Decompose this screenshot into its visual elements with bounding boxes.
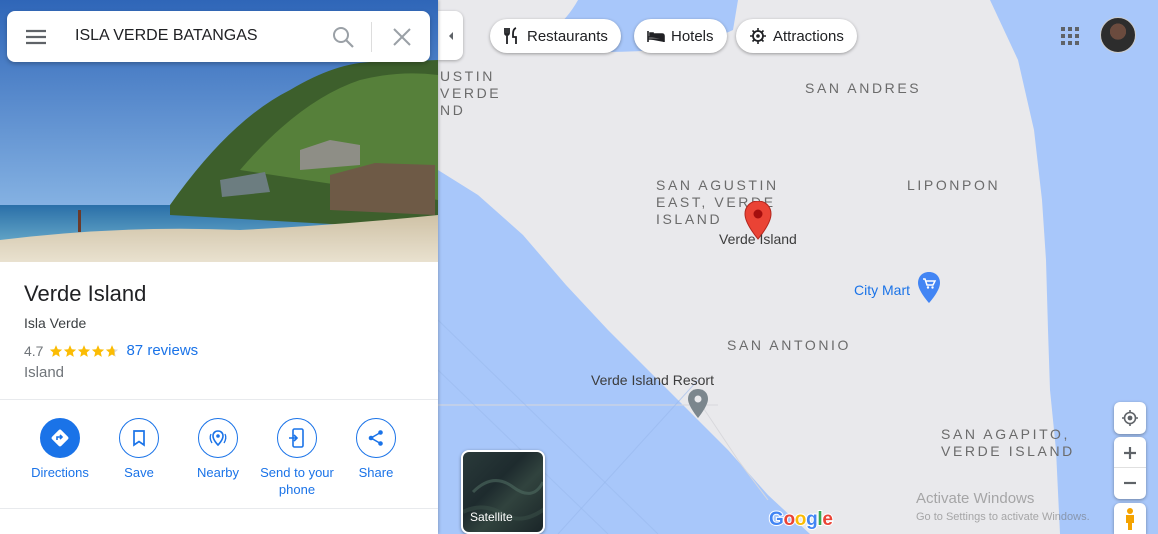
share-label: Share	[358, 465, 394, 480]
zoom-controls	[1114, 437, 1146, 499]
map-label-liponpon: LIPONPON	[907, 177, 1001, 193]
rating-stars	[49, 344, 119, 358]
divider	[0, 508, 438, 509]
place-title: Verde Island	[24, 281, 147, 306]
place-subtitle: Isla Verde	[24, 315, 87, 331]
chevron-left-icon	[448, 31, 453, 40]
poi-label-verde-island-resort[interactable]: Verde Island Resort	[591, 372, 714, 388]
map-label-san-andres: SAN ANDRES	[805, 80, 922, 96]
fork-knife-icon	[503, 27, 521, 45]
pegman-icon	[1126, 507, 1134, 530]
chip-hotels-label: Hotels	[671, 27, 714, 45]
search-box[interactable]: ISLA VERDE BATANGAS	[7, 11, 430, 62]
map-label-san-agustin-west: USTIN VERDE ND	[440, 68, 502, 118]
chip-restaurants-label: Restaurants	[527, 27, 608, 45]
search-divider	[371, 22, 372, 52]
send-to-phone-icon	[277, 418, 317, 458]
place-category: Island	[24, 364, 65, 381]
account-avatar[interactable]	[1100, 17, 1136, 53]
map-label-san-agapito: SAN AGAPITO, VERDE ISLAND	[941, 426, 1075, 459]
star-icon	[64, 344, 77, 357]
satellite-layer-toggle[interactable]: Satellite	[461, 450, 545, 534]
location-target-icon	[1122, 410, 1138, 426]
pin-label-verde-island[interactable]: Verde Island	[719, 231, 797, 247]
directions-icon	[40, 418, 80, 458]
maps-window: USTIN VERDE ND SAN ANDRES SAN AGUSTIN EA…	[0, 0, 1158, 534]
star-icon	[106, 344, 119, 357]
rating-row: 4.7 87 reviews	[24, 342, 198, 359]
plus-icon	[1124, 446, 1136, 459]
minus-icon	[1124, 481, 1136, 485]
place-side-panel: ISLA VERDE BATANGAS Verde Island Isla Ve…	[0, 0, 438, 534]
nearby-icon	[198, 418, 238, 458]
hamburger-menu-icon[interactable]	[25, 26, 47, 48]
zoom-in-button[interactable]	[1114, 438, 1146, 468]
map-canvas[interactable]: USTIN VERDE ND SAN ANDRES SAN AGUSTIN EA…	[438, 0, 1158, 534]
poi-label-city-mart[interactable]: City Mart	[854, 282, 910, 298]
map-label-san-antonio: SAN ANTONIO	[727, 337, 852, 353]
zoom-out-button[interactable]	[1114, 468, 1146, 498]
share-icon	[356, 418, 396, 458]
bookmark-icon	[119, 418, 159, 458]
close-icon[interactable]	[390, 25, 414, 49]
search-input[interactable]: ISLA VERDE BATANGAS	[75, 27, 258, 45]
search-icon[interactable]	[331, 25, 355, 49]
google-logo: Google	[768, 508, 834, 531]
collapse-panel-button[interactable]	[438, 11, 463, 60]
street-view-pegman-button[interactable]	[1114, 503, 1146, 534]
star-icon	[78, 344, 91, 357]
divider	[0, 399, 438, 400]
apps-grid-icon[interactable]	[1058, 24, 1082, 48]
chip-attractions[interactable]: Attractions	[736, 19, 857, 53]
chip-restaurants[interactable]: Restaurants	[490, 19, 621, 53]
activate-windows-subtext: Go to Settings to activate Windows.	[916, 511, 1090, 523]
bed-icon	[647, 27, 665, 45]
chip-hotels[interactable]: Hotels	[634, 19, 727, 53]
share-button[interactable]: Share	[330, 418, 422, 481]
shopping-cart-pin-icon[interactable]	[917, 272, 941, 304]
star-icon	[50, 344, 63, 357]
my-location-button[interactable]	[1114, 402, 1146, 434]
activate-windows-watermark: Activate Windows	[916, 490, 1035, 507]
chip-attractions-label: Attractions	[773, 27, 844, 45]
star-icon	[92, 344, 105, 357]
reviews-link[interactable]: 87 reviews	[126, 342, 198, 359]
attractions-icon	[749, 27, 767, 45]
rating-value: 4.7	[24, 342, 44, 359]
satellite-label: Satellite	[470, 510, 513, 524]
place-pin-icon[interactable]	[687, 389, 709, 419]
